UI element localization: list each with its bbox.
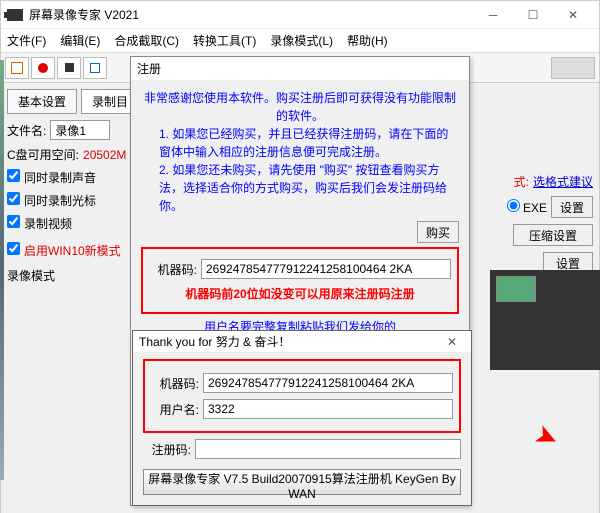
- menu-file[interactable]: 文件(F): [7, 32, 46, 49]
- keygen-title: Thank you for 努力 & 奋斗！: [139, 333, 290, 350]
- kg-code-label: 注册码:: [143, 441, 191, 458]
- thumb-icon: [496, 276, 536, 302]
- settings-button-1[interactable]: 设置: [551, 196, 593, 218]
- kg-machine-label: 机器码:: [151, 375, 199, 392]
- tool-right[interactable]: [551, 57, 595, 79]
- minimize-button[interactable]: ─: [473, 3, 513, 27]
- register-titlebar: 注册: [131, 57, 469, 81]
- kg-code-input[interactable]: [195, 439, 461, 459]
- disk-label: C盘可用空间:: [7, 146, 79, 163]
- menu-edit[interactable]: 编辑(E): [60, 32, 100, 49]
- menu-compose[interactable]: 合成截取(C): [114, 32, 179, 49]
- tool-new[interactable]: [5, 57, 29, 79]
- right-preview: [490, 270, 600, 370]
- stop-icon: [65, 63, 74, 72]
- machine-code-input[interactable]: [201, 259, 451, 279]
- chk-sound[interactable]: 同时录制声音: [7, 169, 96, 186]
- window-title: 屏幕录像专家 V2021: [29, 6, 139, 23]
- format-link[interactable]: 选格式建议: [533, 173, 593, 190]
- maximize-button[interactable]: ☐: [513, 3, 553, 27]
- main-titlebar: 屏幕录像专家 V2021 ─ ☐ ✕: [1, 1, 599, 29]
- tool-record[interactable]: [31, 57, 55, 79]
- keygen-generate-button[interactable]: 屏幕录像专家 V7.5 Build20070915算法注册机 KeyGen By…: [143, 469, 461, 495]
- register-intro: 非常感谢您使用本软件。购买注册后即可获得没有功能限制的软件。 1. 如果您已经购…: [141, 89, 459, 215]
- mode-label: 录像模式: [7, 267, 55, 284]
- close-button[interactable]: ✕: [553, 3, 593, 27]
- menu-record-mode[interactable]: 录像模式(L): [270, 32, 333, 49]
- keygen-dialog: Thank you for 努力 & 奋斗！ ✕ 机器码: 用户名: 注册码: …: [132, 330, 472, 506]
- keygen-redbox: 机器码: 用户名:: [143, 359, 461, 433]
- keygen-titlebar: Thank you for 努力 & 奋斗！ ✕: [133, 331, 471, 353]
- compress-button[interactable]: 压缩设置: [513, 224, 593, 246]
- machine-code-box: 机器码: 机器码前20位如没变可以用原来注册码注册: [141, 247, 459, 314]
- filename-label: 文件名:: [7, 122, 46, 139]
- format-label: 式:: [514, 173, 529, 190]
- kg-user-input[interactable]: [203, 399, 453, 419]
- kg-user-label: 用户名:: [151, 401, 199, 418]
- tool-extra[interactable]: [83, 57, 107, 79]
- machine-code-warning: 机器码前20位如没变可以用原来注册码注册: [149, 285, 451, 302]
- menu-convert[interactable]: 转换工具(T): [193, 32, 256, 49]
- chk-cursor[interactable]: 同时录制光标: [7, 192, 96, 209]
- tab-basic[interactable]: 基本设置: [7, 89, 77, 114]
- machine-code-label: 机器码:: [149, 261, 197, 278]
- disk-value: 20502M: [83, 148, 126, 162]
- chk-video[interactable]: 录制视频: [7, 215, 72, 232]
- left-strip: [0, 60, 4, 480]
- menubar: 文件(F) 编辑(E) 合成截取(C) 转换工具(T) 录像模式(L) 帮助(H…: [1, 29, 599, 53]
- buy-button[interactable]: 购买: [417, 221, 459, 243]
- chk-win10[interactable]: 启用WIN10新模式: [7, 242, 121, 259]
- record-icon: [38, 63, 48, 73]
- menu-help[interactable]: 帮助(H): [347, 32, 388, 49]
- kg-machine-input[interactable]: [203, 373, 453, 393]
- register-title: 注册: [137, 60, 161, 77]
- keygen-close-button[interactable]: ✕: [439, 330, 465, 354]
- tool-stop[interactable]: [57, 57, 81, 79]
- app-icon: [7, 9, 23, 21]
- filename-input[interactable]: [50, 120, 110, 140]
- radio-exe[interactable]: EXE: [507, 199, 547, 215]
